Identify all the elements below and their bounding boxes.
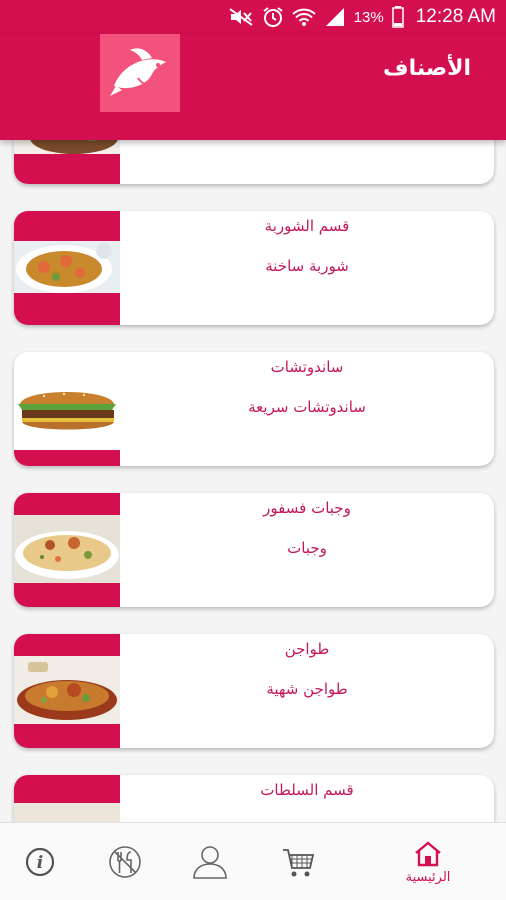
category-card[interactable]: قسم الشوربة شوربة ساخنة xyxy=(14,211,494,325)
category-thumbnail xyxy=(14,775,120,822)
battery-percent: 13% xyxy=(353,8,384,26)
info-icon: i xyxy=(25,847,55,877)
salad-image xyxy=(14,803,120,822)
nav-home-label: الرئيسية xyxy=(405,869,451,885)
category-name: طواجن xyxy=(284,640,330,658)
mute-icon xyxy=(228,7,254,27)
category-thumbnail xyxy=(14,634,120,748)
category-description: شوربة ساخنة xyxy=(265,257,349,275)
bottom-navigation: i الرئيسية xyxy=(0,822,506,900)
fish-logo-icon xyxy=(100,34,180,112)
category-card[interactable]: طواجن طواجن شهية xyxy=(14,634,494,748)
wifi-icon xyxy=(292,7,316,27)
category-name: قسم الشوربة xyxy=(264,217,350,235)
category-name: ساندوتشات xyxy=(270,358,344,376)
category-card[interactable]: قسم السلطات xyxy=(14,775,494,822)
tagine-image xyxy=(14,656,120,724)
category-thumbnail xyxy=(14,140,120,184)
category-card[interactable]: وجبات فسفور وجبات xyxy=(14,493,494,607)
no-food-icon xyxy=(109,846,141,878)
category-name: قسم السلطات xyxy=(260,781,354,799)
category-description: ساندوتشات سريعة xyxy=(248,398,366,416)
nav-info[interactable]: i xyxy=(0,823,80,900)
status-bar: 13% 12:28 AM xyxy=(0,0,506,34)
clock: 12:28 AM xyxy=(415,6,496,27)
battery-icon xyxy=(391,6,404,28)
category-card[interactable] xyxy=(14,140,494,184)
nav-cart[interactable] xyxy=(258,823,338,900)
meal-image xyxy=(14,515,120,583)
category-description: وجبات xyxy=(287,539,327,557)
alarm-icon xyxy=(262,6,284,28)
soup-image xyxy=(14,241,120,293)
profile-icon xyxy=(193,846,227,879)
nav-home[interactable]: الرئيسية xyxy=(388,823,468,900)
cart-icon xyxy=(283,849,315,877)
category-description: طواجن شهية xyxy=(266,680,348,698)
category-thumbnail xyxy=(14,352,120,466)
app-bar: الأصناف xyxy=(0,34,506,140)
category-name: وجبات فسفور xyxy=(263,499,351,517)
signal-icon xyxy=(324,7,346,27)
nav-profile[interactable] xyxy=(170,823,250,900)
food-image xyxy=(14,140,120,154)
category-card[interactable]: ساندوتشات ساندوتشات سريعة xyxy=(14,352,494,466)
category-thumbnail xyxy=(14,211,120,325)
svg-text:i: i xyxy=(37,853,43,873)
home-icon xyxy=(415,840,441,866)
sandwich-image xyxy=(14,378,120,440)
nav-menu[interactable] xyxy=(85,823,165,900)
category-list[interactable]: قسم الشوربة شوربة ساخنة ساندوتشات ساندوت… xyxy=(0,140,506,822)
page-title: الأصناف xyxy=(383,56,471,81)
category-thumbnail xyxy=(14,493,120,607)
